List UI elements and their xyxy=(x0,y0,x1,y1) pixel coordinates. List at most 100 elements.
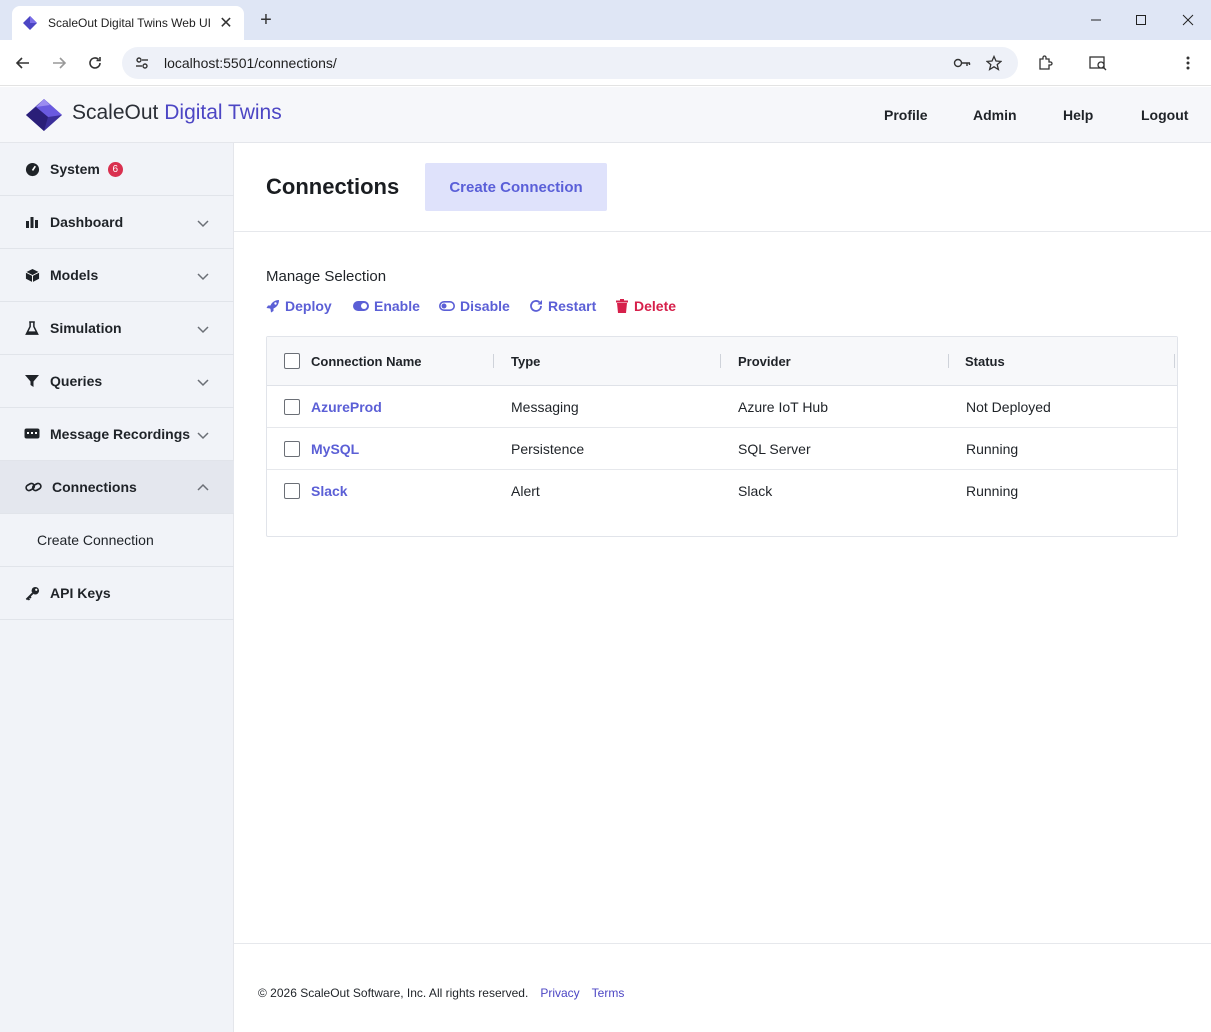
copyright-text: © 2026 ScaleOut Software, Inc. All right… xyxy=(258,986,529,1000)
sidebar-item-api-keys[interactable]: API Keys xyxy=(0,567,234,620)
browser-tab[interactable]: ScaleOut Digital Twins Web UI ✕ xyxy=(12,6,244,40)
back-icon[interactable] xyxy=(11,51,35,75)
address-bar[interactable]: localhost:5501/connections/ xyxy=(122,47,1018,79)
connection-status: Not Deployed xyxy=(966,399,1051,415)
app-header: ScaleOut Digital Twins Profile Admin Hel… xyxy=(0,87,1211,143)
filter-icon xyxy=(24,373,40,389)
sidebar-item-label: Connections xyxy=(52,479,137,495)
column-resizer[interactable] xyxy=(1174,354,1175,368)
extensions-icon[interactable] xyxy=(1033,51,1057,75)
delete-action[interactable]: Delete xyxy=(615,298,676,314)
nav-logout[interactable]: Logout xyxy=(1141,107,1188,123)
sidebar-item-message-recordings[interactable]: Message Recordings xyxy=(0,408,234,461)
deploy-label: Deploy xyxy=(285,298,332,314)
browser-toolbar: localhost:5501/connections/ xyxy=(0,40,1211,86)
bookmark-star-icon[interactable] xyxy=(982,51,1006,75)
scaleout-favicon-icon xyxy=(23,16,37,30)
link-icon xyxy=(24,479,42,495)
url-text: localhost:5501/connections/ xyxy=(164,55,337,71)
connection-name-link[interactable]: MySQL xyxy=(311,441,359,457)
row-checkbox[interactable] xyxy=(284,483,300,499)
connection-type: Alert xyxy=(511,483,540,499)
select-all-checkbox[interactable] xyxy=(284,353,300,369)
sidebar-item-queries[interactable]: Queries xyxy=(0,355,234,408)
connection-name-link[interactable]: AzureProd xyxy=(311,399,382,415)
column-header-status[interactable]: Status xyxy=(965,354,1005,369)
connection-name-link[interactable]: Slack xyxy=(311,483,348,499)
reload-icon[interactable] xyxy=(83,51,107,75)
sidebar-item-simulation[interactable]: Simulation xyxy=(0,302,234,355)
rocket-icon xyxy=(266,299,280,313)
sidebar-item-label: Message Recordings xyxy=(50,426,191,442)
message-icon xyxy=(24,426,40,442)
sidebar-item-dashboard[interactable]: Dashboard xyxy=(0,196,234,249)
forward-icon[interactable] xyxy=(47,51,71,75)
connection-provider: Slack xyxy=(738,483,773,499)
nav-admin[interactable]: Admin xyxy=(973,107,1017,123)
column-header-provider[interactable]: Provider xyxy=(738,354,791,369)
footer: © 2026 ScaleOut Software, Inc. All right… xyxy=(258,986,624,1000)
maximize-icon[interactable] xyxy=(1118,0,1164,40)
restart-action[interactable]: Restart xyxy=(529,298,596,314)
new-tab-icon[interactable]: + xyxy=(254,8,278,32)
toggle-on-icon xyxy=(353,299,369,313)
sidebar-item-models[interactable]: Models xyxy=(0,249,234,302)
cube-icon xyxy=(24,267,40,283)
column-header-type[interactable]: Type xyxy=(511,354,540,369)
row-checkbox[interactable] xyxy=(284,441,300,457)
bar-chart-icon xyxy=(24,214,40,230)
chevron-down-icon[interactable] xyxy=(196,216,210,230)
column-resizer[interactable] xyxy=(493,354,494,368)
column-header-name[interactable]: Connection Name xyxy=(311,354,422,369)
site-settings-icon[interactable] xyxy=(134,55,150,71)
create-connection-button[interactable]: Create Connection xyxy=(425,163,607,211)
minimize-icon[interactable] xyxy=(1073,0,1119,40)
manage-selection-label: Manage Selection xyxy=(266,268,387,285)
restart-icon xyxy=(529,299,543,313)
disable-action[interactable]: Disable xyxy=(439,298,510,314)
nav-profile[interactable]: Profile xyxy=(884,107,928,123)
browser-titlebar: ScaleOut Digital Twins Web UI ✕ + xyxy=(0,0,1211,40)
connection-type: Messaging xyxy=(511,399,579,415)
tab-close-icon[interactable]: ✕ xyxy=(218,13,234,33)
connection-type: Persistence xyxy=(511,441,585,457)
sidebar-item-connections[interactable]: Connections xyxy=(0,461,234,514)
chevron-down-icon[interactable] xyxy=(196,428,210,442)
key-icon xyxy=(24,585,40,601)
disable-label: Disable xyxy=(460,298,510,314)
delete-label: Delete xyxy=(634,298,677,314)
sidebar-item-label: Dashboard xyxy=(50,214,124,230)
brand-main: ScaleOut xyxy=(72,101,159,124)
terms-link[interactable]: Terms xyxy=(592,986,625,1000)
row-checkbox[interactable] xyxy=(284,399,300,415)
nav-help[interactable]: Help xyxy=(1063,107,1093,123)
connection-provider: SQL Server xyxy=(738,441,811,457)
column-resizer[interactable] xyxy=(720,354,721,368)
connection-status: Running xyxy=(966,483,1019,499)
deploy-action[interactable]: Deploy xyxy=(266,298,332,314)
flask-icon xyxy=(24,320,40,336)
connection-status: Running xyxy=(966,441,1019,457)
table-row[interactable]: Slack Alert Slack Running xyxy=(267,470,1177,512)
scaleout-logo-icon[interactable] xyxy=(24,95,64,135)
table-row[interactable]: MySQL Persistence SQL Server Running xyxy=(267,428,1177,470)
chevron-down-icon[interactable] xyxy=(196,269,210,283)
close-window-icon[interactable] xyxy=(1165,0,1211,40)
chevron-down-icon[interactable] xyxy=(196,322,210,336)
table-header: Connection Name Type Provider Status xyxy=(267,337,1177,386)
tab-search-icon[interactable] xyxy=(1086,51,1110,75)
privacy-link[interactable]: Privacy xyxy=(540,986,579,1000)
enable-action[interactable]: Enable xyxy=(353,298,420,314)
brand-name[interactable]: ScaleOut Digital Twins xyxy=(72,101,282,125)
chevron-down-icon[interactable] xyxy=(196,375,210,389)
restart-label: Restart xyxy=(548,298,597,314)
column-resizer[interactable] xyxy=(948,354,949,368)
password-key-icon[interactable] xyxy=(950,51,974,75)
sidebar-item-label: Queries xyxy=(50,373,103,389)
more-menu-icon[interactable] xyxy=(1176,51,1200,75)
sidebar-subitem-create-connection[interactable]: Create Connection xyxy=(0,514,234,567)
chevron-up-icon[interactable] xyxy=(196,481,210,495)
connection-provider: Azure IoT Hub xyxy=(738,399,829,415)
sidebar-item-system[interactable]: System 6 xyxy=(0,143,234,196)
table-row[interactable]: AzureProd Messaging Azure IoT Hub Not De… xyxy=(267,386,1177,428)
